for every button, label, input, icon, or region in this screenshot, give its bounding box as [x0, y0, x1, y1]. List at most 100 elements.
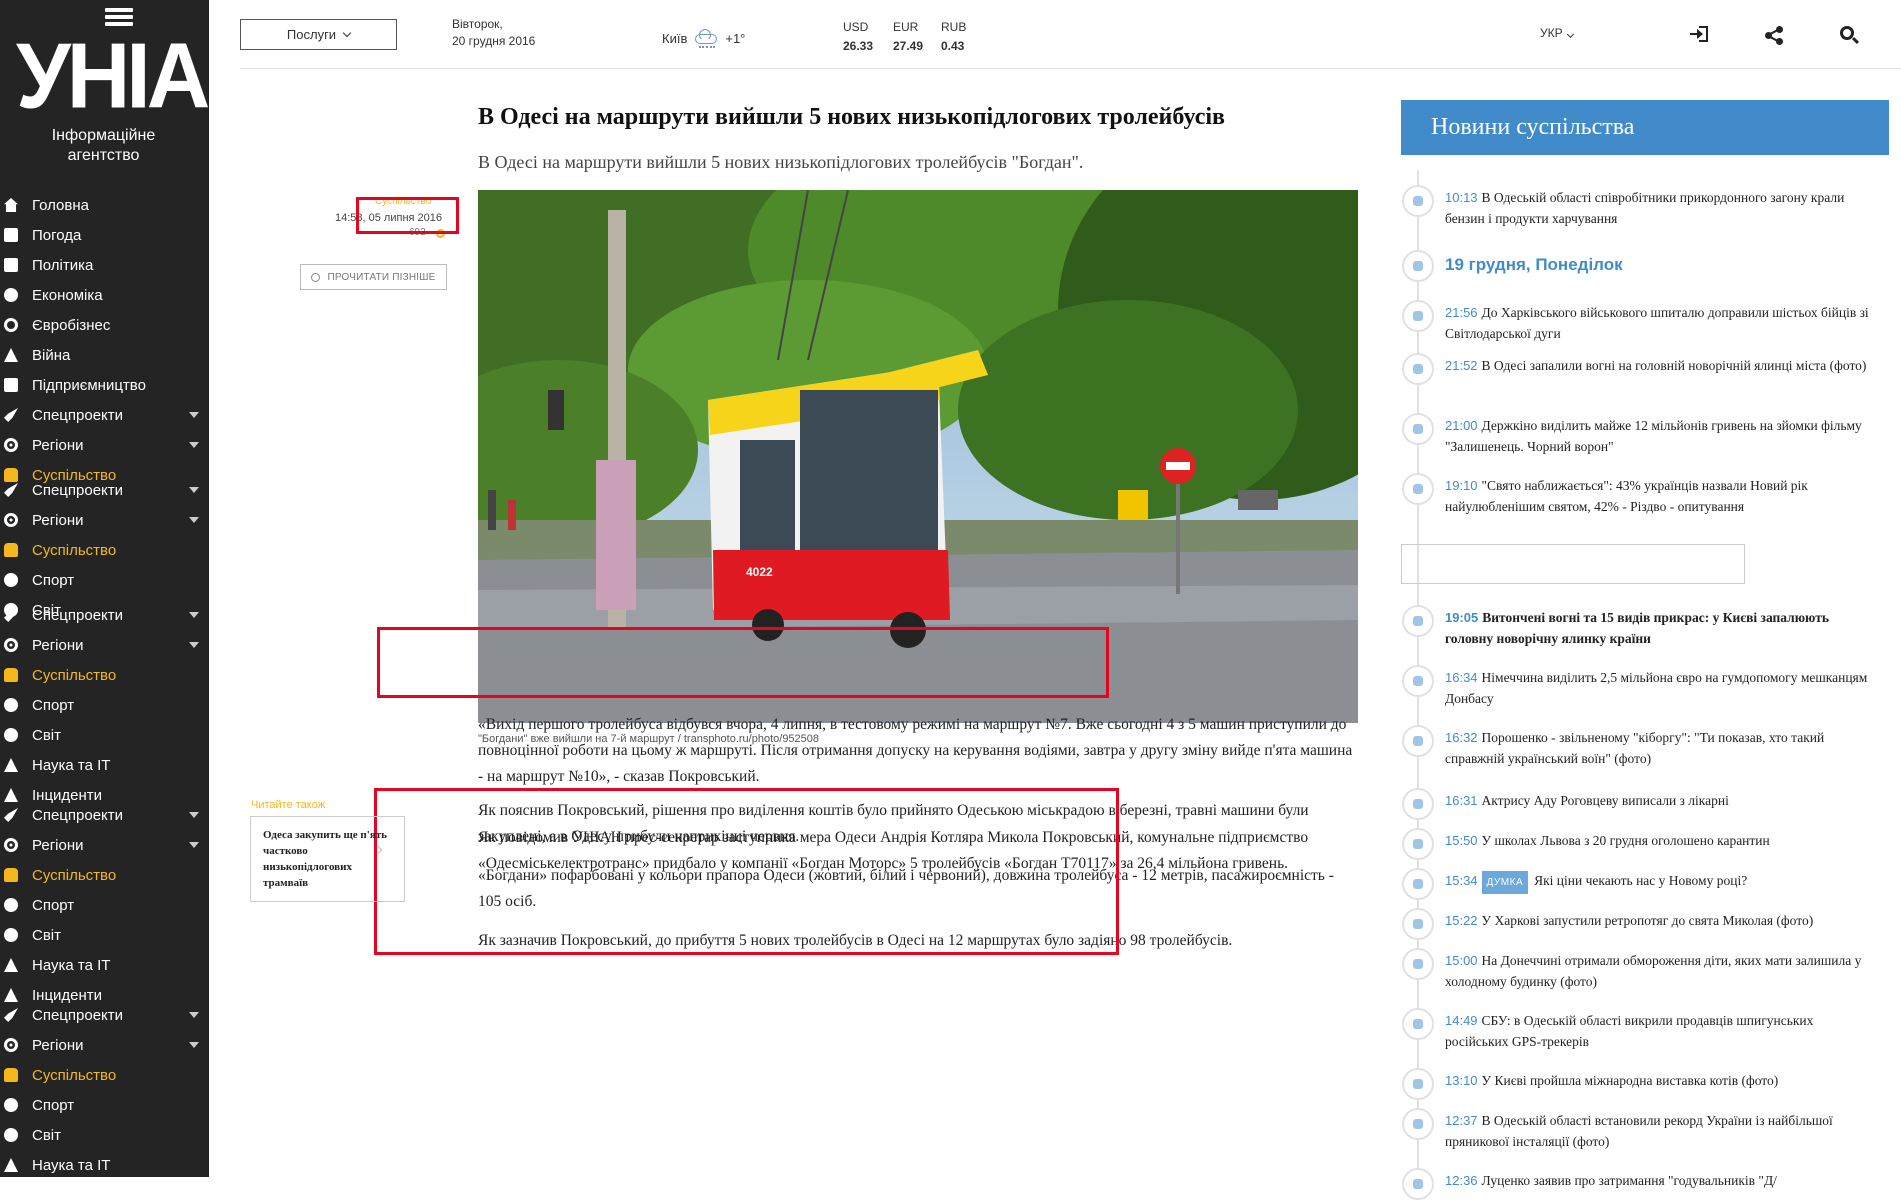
camera-icon [1402, 353, 1434, 385]
calendar-icon [1402, 250, 1434, 282]
sidebar-item-33[interactable]: Світ [0, 1120, 209, 1150]
society-news-column: Новини суспільства 10:13 В Одеській облас… [1401, 100, 1901, 1200]
weather-widget[interactable]: Київ +1° [662, 28, 745, 48]
news-time: 15:50 [1445, 833, 1478, 848]
news-item[interactable]: 12:36 Луценко заявив про затримання "году… [1445, 1170, 1875, 1191]
sidebar-item-15[interactable]: Спецпроекти [0, 600, 209, 630]
sidebar-item-label: Наука та IT [32, 1156, 111, 1174]
camera-icon [1402, 1068, 1434, 1100]
caret-down-icon[interactable] [189, 517, 199, 523]
sidebar-item-24[interactable]: Суспільство [0, 860, 209, 890]
news-item[interactable]: 16:32 Порошенко - звільненому "кіборгу": … [1445, 727, 1875, 769]
sport-icon [4, 573, 18, 587]
language-selector[interactable]: УКР [1540, 26, 1574, 40]
sidebar-item-26[interactable]: Світ [0, 920, 209, 950]
sidebar-item-19[interactable]: Світ [0, 720, 209, 750]
sidebar-item-8[interactable]: Регіони [0, 430, 209, 460]
sidebar-item-18[interactable]: Спорт [0, 690, 209, 720]
news-item[interactable]: 15:22 У Харкові запустили ретропотяг до с… [1445, 910, 1875, 931]
sidebar-item-29[interactable]: Спецпроекти [0, 1000, 209, 1030]
caret-down-icon[interactable] [189, 642, 199, 648]
news-item[interactable]: 16:31 Актрису Аду Роговцеву виписали з лі… [1445, 790, 1875, 811]
news-item[interactable]: 21:52 В Одесі запалили вогні на головній … [1445, 355, 1875, 376]
sidebar-item-10[interactable]: Спецпроекти [0, 475, 209, 505]
news-item[interactable]: 16:34 Німеччина виділить 2,5 мільйона євр… [1445, 667, 1875, 709]
sidebar-item-6[interactable]: Підприємництво [0, 370, 209, 400]
login-icon[interactable] [1690, 26, 1708, 44]
sidebar-item-2[interactable]: Політика [0, 250, 209, 280]
news-headline: Актрису Аду Роговцеву виписали з лікарні [1481, 793, 1729, 808]
sidebar-item-1[interactable]: Погода [0, 220, 209, 250]
people-icon [1402, 828, 1434, 860]
caret-down-icon[interactable] [189, 842, 199, 848]
sidebar-item-13[interactable]: Спорт [0, 565, 209, 595]
search-icon[interactable] [1840, 26, 1860, 45]
news-time: 15:34 [1445, 873, 1478, 888]
sidebar-item-25[interactable]: Спорт [0, 890, 209, 920]
eurobusiness-icon [4, 318, 18, 332]
highlight-box-paragraph [377, 627, 1109, 698]
caret-down-icon[interactable] [189, 487, 199, 493]
sidebar-item-20[interactable]: Наука та IT [0, 750, 209, 780]
news-item[interactable]: 14:49 СБУ: в Одеській області викрили про… [1445, 1010, 1875, 1052]
sidebar-item-11[interactable]: Регіони [0, 505, 209, 535]
news-item[interactable]: 15:34 ДУМКА Які ціни чекають нас у Новому … [1445, 870, 1875, 894]
sidebar-item-23[interactable]: Регіони [0, 830, 209, 860]
caret-down-icon[interactable] [189, 442, 199, 448]
sidebar-item-32[interactable]: Спорт [0, 1090, 209, 1120]
sidebar-item-0[interactable]: Головна [0, 190, 209, 220]
bus-number: 4022 [746, 565, 773, 579]
news-time: 21:00 [1445, 418, 1478, 433]
sidebar-item-5[interactable]: Війна [0, 340, 209, 370]
sidebar-item-4[interactable]: Євробізнес [0, 310, 209, 340]
sidebar-item-label: Світ [32, 726, 62, 744]
sidebar-item-12[interactable]: Суспільство [0, 535, 209, 565]
read-also-card[interactable]: Одеса закупить ще п'ять частково низькоп… [250, 816, 405, 902]
caret-down-icon[interactable] [189, 1042, 199, 1048]
regions-icon [4, 513, 18, 527]
caret-down-icon[interactable] [189, 412, 199, 418]
sidebar-item-label: Регіони [32, 511, 84, 529]
caret-down-icon[interactable] [189, 612, 199, 618]
caret-down-icon[interactable] [189, 1012, 199, 1018]
sidebar-item-label: Війна [32, 346, 71, 364]
share-icon[interactable] [1765, 26, 1783, 45]
sidebar-item-label: Спецпроекти [32, 406, 124, 424]
news-item[interactable]: 15:50 У школах Львова з 20 грудня оголоше… [1445, 830, 1875, 851]
science-icon [4, 758, 18, 772]
sidebar-item-label: Спорт [32, 1096, 75, 1114]
news-item[interactable]: 19:05 Витончені вогні та 15 видів прикрас… [1445, 607, 1875, 649]
sidebar-item-label: Наука та IT [32, 756, 111, 774]
rocket-icon [4, 408, 18, 422]
read-later-button[interactable]: ПРОЧИТАТИ ПІЗНІШЕ [300, 264, 447, 290]
home-icon [4, 198, 18, 212]
people-icon [1402, 413, 1434, 445]
sidebar-item-3[interactable]: Економіка [0, 280, 209, 310]
sidebar-item-31[interactable]: Суспільство [0, 1060, 209, 1090]
sidebar-item-label: Світ [32, 926, 62, 944]
news-item[interactable]: 19:10 "Свято наближається": 43% українців… [1445, 475, 1875, 517]
sidebar-item-30[interactable]: Регіони [0, 1030, 209, 1060]
news-item[interactable]: 10:13 В Одеській області співробітники пр… [1445, 187, 1875, 229]
sidebar-item-16[interactable]: Регіони [0, 630, 209, 660]
sidebar-item-label: Погода [32, 226, 82, 244]
sidebar-item-22[interactable]: Спецпроекти [0, 800, 209, 830]
sidebar-item-27[interactable]: Наука та IT [0, 950, 209, 980]
sidebar-item-17[interactable]: Суспільство [0, 660, 209, 690]
sidebar-item-7[interactable]: Спецпроекти [0, 400, 209, 430]
services-dropdown[interactable]: Послуги [240, 19, 397, 50]
day-header: 19 грудня, Понеділок [1445, 255, 1623, 274]
caret-down-icon[interactable] [189, 812, 199, 818]
news-item[interactable]: 12:37 В Одеській області встановили рекор… [1445, 1110, 1875, 1152]
news-item[interactable]: 15:00 На Донеччині отримали обмороження д… [1445, 950, 1875, 992]
news-headline: На Донеччині отримали обмороження діти, … [1445, 953, 1862, 989]
news-time: 15:22 [1445, 913, 1478, 928]
currency-usd: USD 26.33 [843, 20, 874, 53]
news-item[interactable]: 13:10 У Києві пройшла міжнародна виставка… [1445, 1070, 1875, 1091]
sidebar-item-label: Спецпроекти [32, 606, 124, 624]
news-item[interactable]: 21:56 До Харківського військового шпиталю… [1445, 302, 1875, 344]
news-column-header[interactable]: Новини суспільства [1401, 100, 1889, 155]
news-item[interactable]: 21:00 Держкіно виділить майже 12 мільйоні… [1445, 415, 1875, 457]
opinion-badge: ДУМКА [1481, 871, 1529, 894]
sidebar-item-34[interactable]: Наука та IT [0, 1150, 209, 1177]
